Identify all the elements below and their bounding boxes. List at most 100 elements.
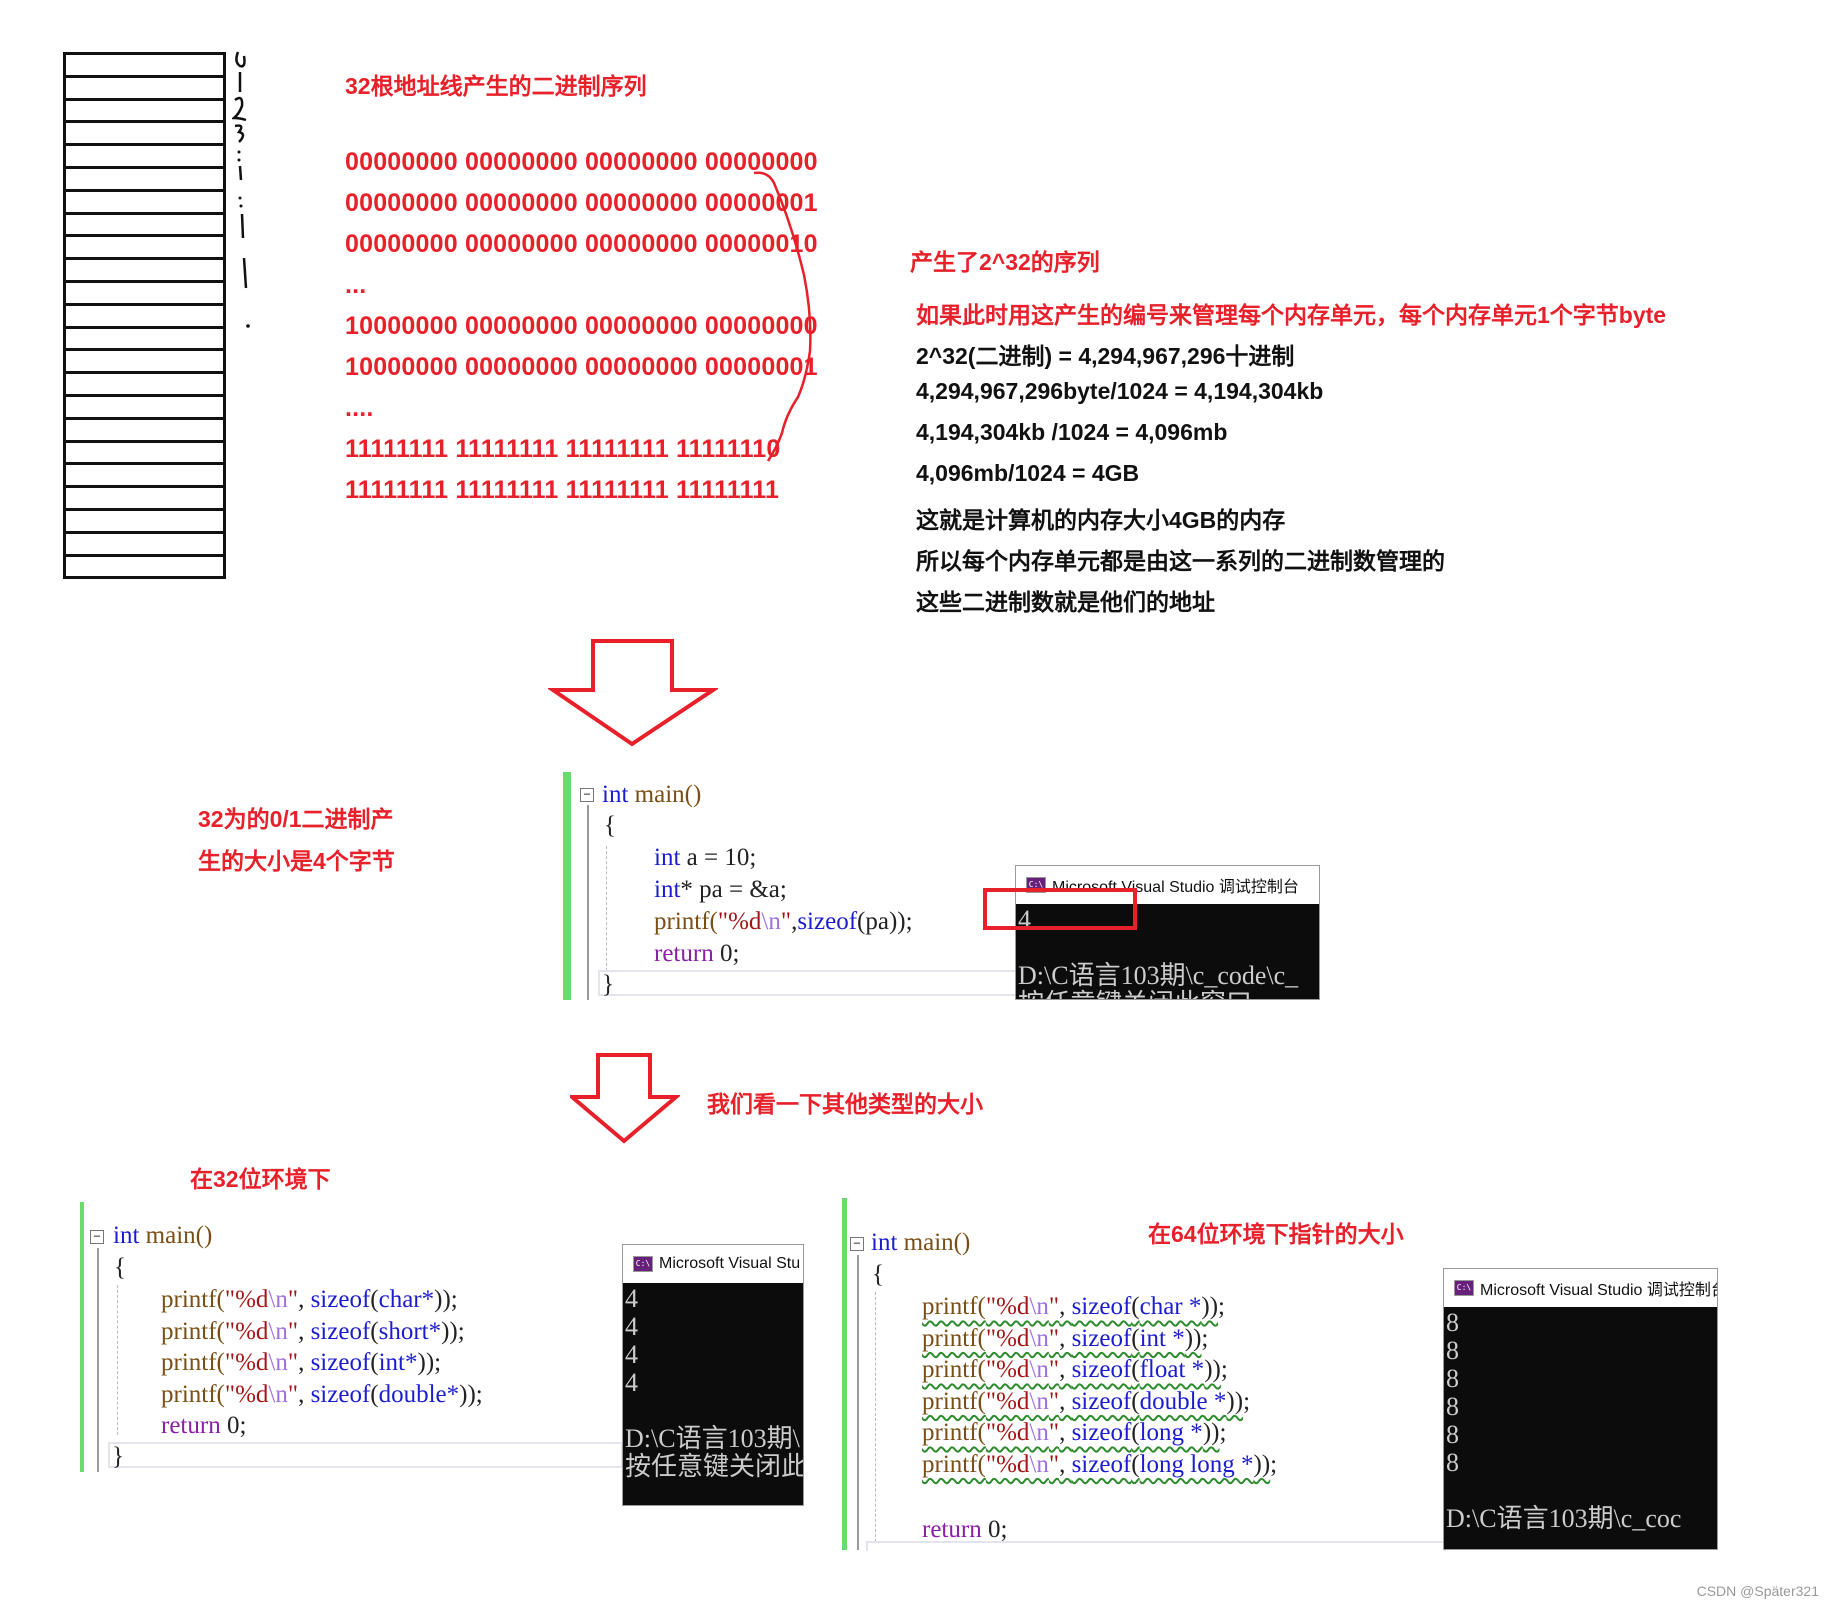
keyword: sizeof — [1071, 1450, 1132, 1478]
warning-squiggle[interactable]: printf("%d\n", sizeof(long long *)) — [922, 1451, 1270, 1478]
code-text: )) — [1184, 1324, 1202, 1352]
code-text: * pa = &a; — [680, 876, 787, 903]
type-name: long long * — [1139, 1450, 1254, 1478]
escape-sequence: \n — [1029, 1419, 1049, 1446]
string-literal: " — [287, 1380, 299, 1408]
code-text: , — [1059, 1419, 1072, 1446]
code-text: )) — [1201, 1293, 1219, 1320]
console-title-bar[interactable]: C:\ Microsoft Visual Studio 调试控制台 — [1444, 1269, 1717, 1307]
memory-cell — [66, 351, 223, 375]
current-line-highlight — [598, 970, 1018, 996]
warning-squiggle[interactable]: printf("%d\n", sizeof(char *)) — [922, 1293, 1218, 1320]
escape-sequence: \n — [761, 908, 781, 935]
memory-cell — [66, 55, 223, 78]
warning-squiggle[interactable]: printf("%d\n", sizeof(float *)) — [922, 1356, 1221, 1383]
type-name: char * — [1139, 1293, 1202, 1320]
console-title-bar[interactable]: C:\ Microsoft Visual Stu — [623, 1245, 803, 1283]
code-text: ( — [1131, 1324, 1140, 1352]
string-literal: " — [287, 1286, 299, 1313]
debug-console-window: C:\ Microsoft Visual Studio 调试控制台 4 D:\C语… — [1015, 865, 1320, 1000]
type-name: double * — [1139, 1387, 1227, 1415]
console-output-line: 8 — [1446, 1364, 1459, 1393]
keyword: int — [113, 1222, 140, 1249]
keyword: sizeof — [1071, 1293, 1132, 1320]
keyword: int — [602, 781, 629, 808]
brace-label: 产生了2^32的序列 — [910, 249, 1100, 275]
code-text: )); — [459, 1380, 483, 1408]
console-title: Microsoft Visual Studio 调试控制台 — [1480, 1282, 1718, 1299]
string-literal: "%d — [224, 1317, 269, 1345]
collapse-toggle[interactable]: − — [580, 788, 594, 802]
code-line: int* pa = &a; — [654, 876, 787, 904]
type-name: int* — [378, 1349, 418, 1376]
fold-line — [857, 1255, 859, 1550]
keyword: sizeof — [310, 1286, 371, 1313]
string-literal: " — [1048, 1356, 1060, 1383]
code-text: , — [1059, 1450, 1072, 1478]
code-text: , — [298, 1349, 311, 1376]
escape-sequence: \n — [1029, 1387, 1049, 1415]
code-text: )) — [1226, 1387, 1244, 1415]
code-text: ; — [1243, 1387, 1251, 1415]
keyword: int — [654, 844, 681, 871]
warning-squiggle[interactable]: printf("%d\n", sizeof(long *)) — [922, 1419, 1219, 1446]
collapse-toggle[interactable]: − — [90, 1230, 104, 1244]
note-line-2: 生的大小是4个字节 — [198, 848, 395, 874]
code-text: ( — [370, 1380, 379, 1408]
memory-cell — [66, 306, 223, 329]
memory-cell — [66, 511, 223, 534]
address-number-scribble — [232, 51, 250, 328]
vs-console-icon: C:\ — [633, 1256, 653, 1272]
curly-brace — [753, 171, 812, 462]
warning-squiggle[interactable]: printf("%d\n", sizeof(double *)) — [922, 1388, 1243, 1415]
memory-cell — [66, 192, 223, 215]
code-text: , — [298, 1317, 311, 1345]
memory-cells-diagram — [63, 52, 226, 580]
escape-sequence: \n — [268, 1349, 288, 1376]
highlight-box — [983, 888, 1137, 930]
change-indicator-bar — [842, 1198, 847, 1550]
escape-sequence: \n — [268, 1380, 288, 1408]
function-name: printf( — [922, 1324, 986, 1352]
function-name: printf( — [922, 1450, 986, 1478]
code-text: ( — [1131, 1450, 1140, 1478]
code-line: printf("%d\n", sizeof(double*)); — [161, 1381, 483, 1409]
code-text: , — [1059, 1356, 1072, 1383]
memory-cell — [66, 169, 223, 192]
code-line: int a = 10; — [654, 844, 756, 872]
memory-cell — [66, 215, 223, 238]
code-line-warning: printf("%d\n", sizeof(char *)); — [922, 1293, 1225, 1321]
change-indicator-bar — [563, 772, 571, 1000]
code-text: ( — [370, 1286, 379, 1313]
console-output-line: D:\C语言103期\c_coc — [1446, 1504, 1682, 1533]
escape-sequence: \n — [268, 1286, 288, 1313]
label-32bit: 在32位环境下 — [190, 1166, 331, 1192]
keyword: sizeof — [310, 1380, 371, 1408]
string-literal: " — [1048, 1450, 1060, 1478]
memory-cell — [66, 465, 223, 489]
console-output-line: 按任意键关闭此窗口 — [1018, 990, 1317, 1000]
warning-squiggle[interactable]: printf("%d\n", sizeof(int *)) — [922, 1325, 1201, 1352]
memory-cell — [66, 488, 223, 511]
explanation-line: 4,294,967,296byte/1024 = 4,194,304kb — [916, 378, 1324, 404]
string-literal: "%d — [224, 1380, 269, 1408]
watermark: CSDN @Später321 — [1696, 1583, 1819, 1599]
memory-cell — [66, 283, 223, 306]
escape-sequence: \n — [1029, 1450, 1049, 1478]
binary-sequence-line: 11111111 11111111 11111111 11111111 — [345, 476, 780, 504]
code-text: ; — [1220, 1356, 1228, 1383]
string-literal: "%d — [985, 1450, 1030, 1478]
collapse-toggle[interactable]: − — [850, 1237, 864, 1251]
keyword: int — [654, 876, 681, 903]
debug-console-window-32bit: C:\ Microsoft Visual Stu 4 4 4 4 D:\C语言103期\… — [622, 1244, 804, 1506]
function-name: printf( — [922, 1387, 986, 1415]
memory-cell — [66, 123, 223, 147]
console-output-line: D:\C语言103期\c_code\c_ — [1018, 961, 1299, 990]
binary-sequence-title: 32根地址线产生的二进制序列 — [345, 73, 647, 99]
console-output-line: 8 — [1446, 1392, 1459, 1421]
console-output-line: 8 — [1446, 1420, 1459, 1449]
explanation-line: 4,096mb/1024 = 4GB — [916, 460, 1140, 486]
code-line: { — [114, 1254, 126, 1281]
escape-sequence: \n — [1029, 1356, 1049, 1383]
